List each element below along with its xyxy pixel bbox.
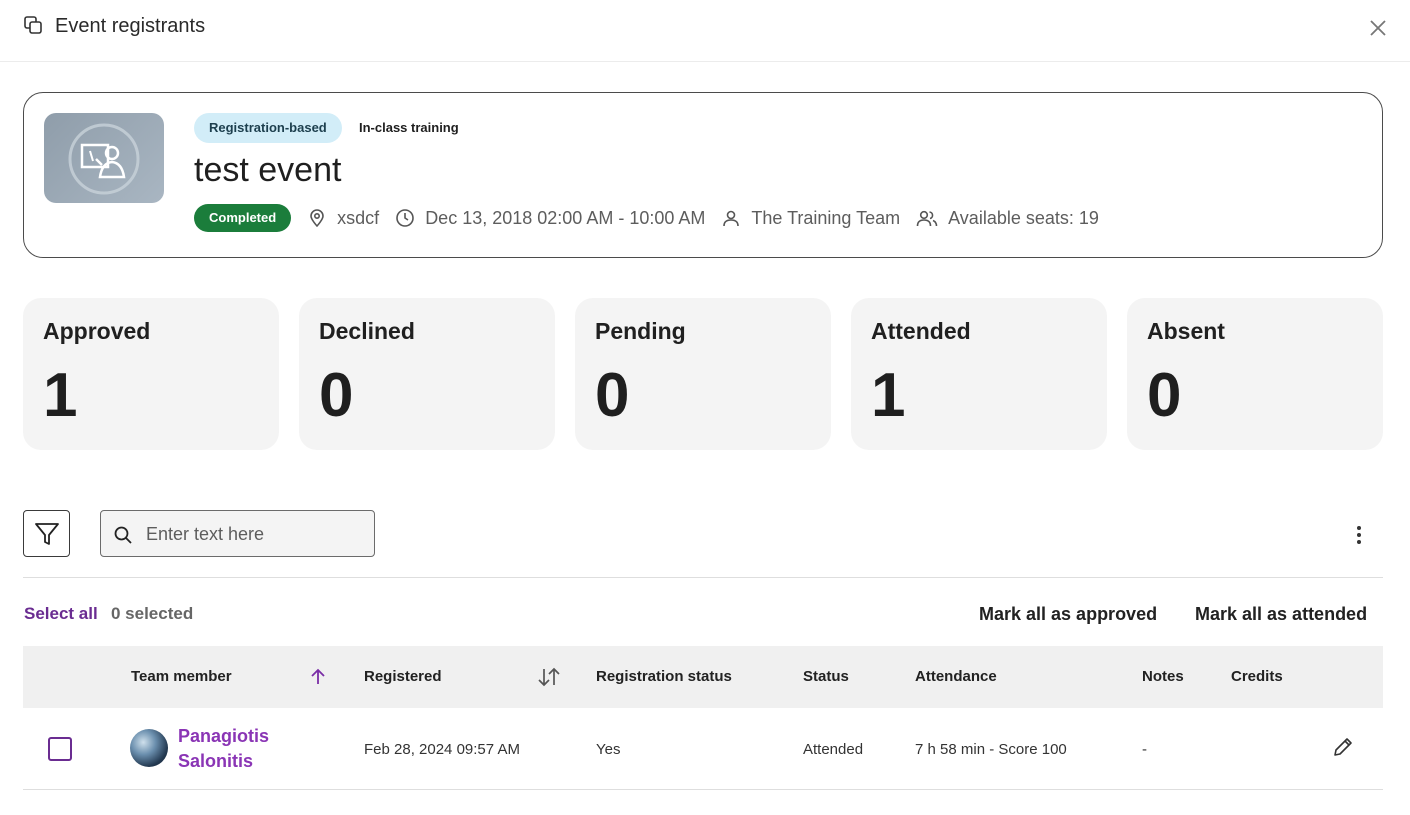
column-header-registration-status: Registration status (596, 668, 732, 685)
search-icon (114, 526, 132, 544)
row-checkbox[interactable] (48, 737, 72, 761)
stat-card-attended: Attended 1 (851, 298, 1107, 450)
column-header-notes: Notes (1142, 668, 1184, 685)
people-icon (916, 210, 938, 227)
stat-value: 0 (319, 361, 354, 430)
event-thumbnail (44, 113, 164, 203)
column-header-attendance: Attendance (915, 668, 997, 685)
column-header-status: Status (803, 668, 849, 685)
filter-icon (35, 523, 59, 545)
event-card: Registration-based In-class training tes… (23, 92, 1383, 258)
select-all-link[interactable]: Select all (24, 604, 98, 624)
registration-status-value: Yes (596, 741, 621, 758)
in-class-training-icon (68, 123, 140, 195)
event-datetime-text: Dec 13, 2018 02:00 AM - 10:00 AM (425, 207, 706, 228)
event-location: xsdcf (307, 208, 379, 229)
notes-value: - (1142, 741, 1147, 758)
event-location-text: xsdcf (337, 207, 380, 228)
registration-type-tag: Registration-based (194, 113, 342, 143)
location-pin-icon (310, 209, 324, 228)
stat-card-declined: Declined 0 (299, 298, 555, 450)
copy-icon (24, 16, 42, 34)
event-instructor-text: The Training Team (751, 207, 901, 228)
stat-value: 0 (1147, 361, 1182, 430)
more-options-icon[interactable] (1346, 522, 1372, 548)
stat-value: 1 (43, 361, 78, 430)
person-icon (723, 210, 740, 227)
stat-card-approved: Approved 1 (23, 298, 279, 450)
table-row: Panagiotis Salonitis Feb 28, 2024 09:57 … (23, 708, 1383, 790)
toolbar-divider (23, 577, 1383, 578)
column-header-team-member[interactable]: Team member (131, 668, 232, 685)
stat-label: Pending (595, 318, 686, 344)
event-instructor: The Training Team (721, 208, 900, 229)
event-datetime: Dec 13, 2018 02:00 AM - 10:00 AM (395, 208, 705, 229)
attendance-value: 7 h 58 min - Score 100 (915, 741, 1067, 758)
event-seats: Available seats: 19 (916, 208, 1099, 229)
registered-date: Feb 28, 2024 09:57 AM (364, 741, 520, 758)
event-seats-text: Available seats: 19 (948, 207, 1099, 228)
stat-label: Approved (43, 318, 151, 344)
sort-ascending-icon[interactable] (309, 668, 327, 686)
stat-card-absent: Absent 0 (1127, 298, 1383, 450)
event-title: test event (194, 151, 342, 189)
dialog-header: Event registrants (0, 0, 1410, 62)
stat-card-pending: Pending 0 (575, 298, 831, 450)
stat-value: 1 (871, 361, 906, 430)
status-value: Attended (803, 741, 864, 758)
search-field[interactable] (100, 510, 375, 557)
search-input[interactable] (146, 519, 366, 549)
filter-button[interactable] (23, 510, 70, 557)
stat-label: Declined (319, 318, 415, 344)
sort-toggle-icon[interactable] (537, 666, 561, 688)
close-icon[interactable] (1366, 16, 1390, 40)
event-meta: Completed xsdcf Dec 13, 2018 02:00 AM - … (194, 203, 1115, 233)
stat-label: Absent (1147, 318, 1225, 344)
avatar (130, 729, 168, 767)
table-header: Team member Registered Registration stat… (23, 646, 1383, 708)
column-header-credits: Credits (1231, 668, 1283, 685)
selected-count: 0 selected (111, 604, 194, 623)
stat-value: 0 (595, 361, 630, 430)
clock-icon (396, 209, 414, 227)
training-type-label: In-class training (359, 120, 459, 135)
team-member-name-link[interactable]: Panagiotis Salonitis (178, 724, 288, 774)
dialog-title: Event registrants (55, 15, 206, 37)
stat-label: Attended (871, 318, 971, 344)
column-header-registered[interactable]: Registered (364, 668, 442, 685)
mark-all-approved-button[interactable]: Mark all as approved (979, 604, 1157, 625)
edit-pencil-icon[interactable] (1331, 735, 1355, 759)
mark-all-attended-button[interactable]: Mark all as attended (1195, 604, 1367, 625)
status-badge: Completed (194, 204, 292, 232)
